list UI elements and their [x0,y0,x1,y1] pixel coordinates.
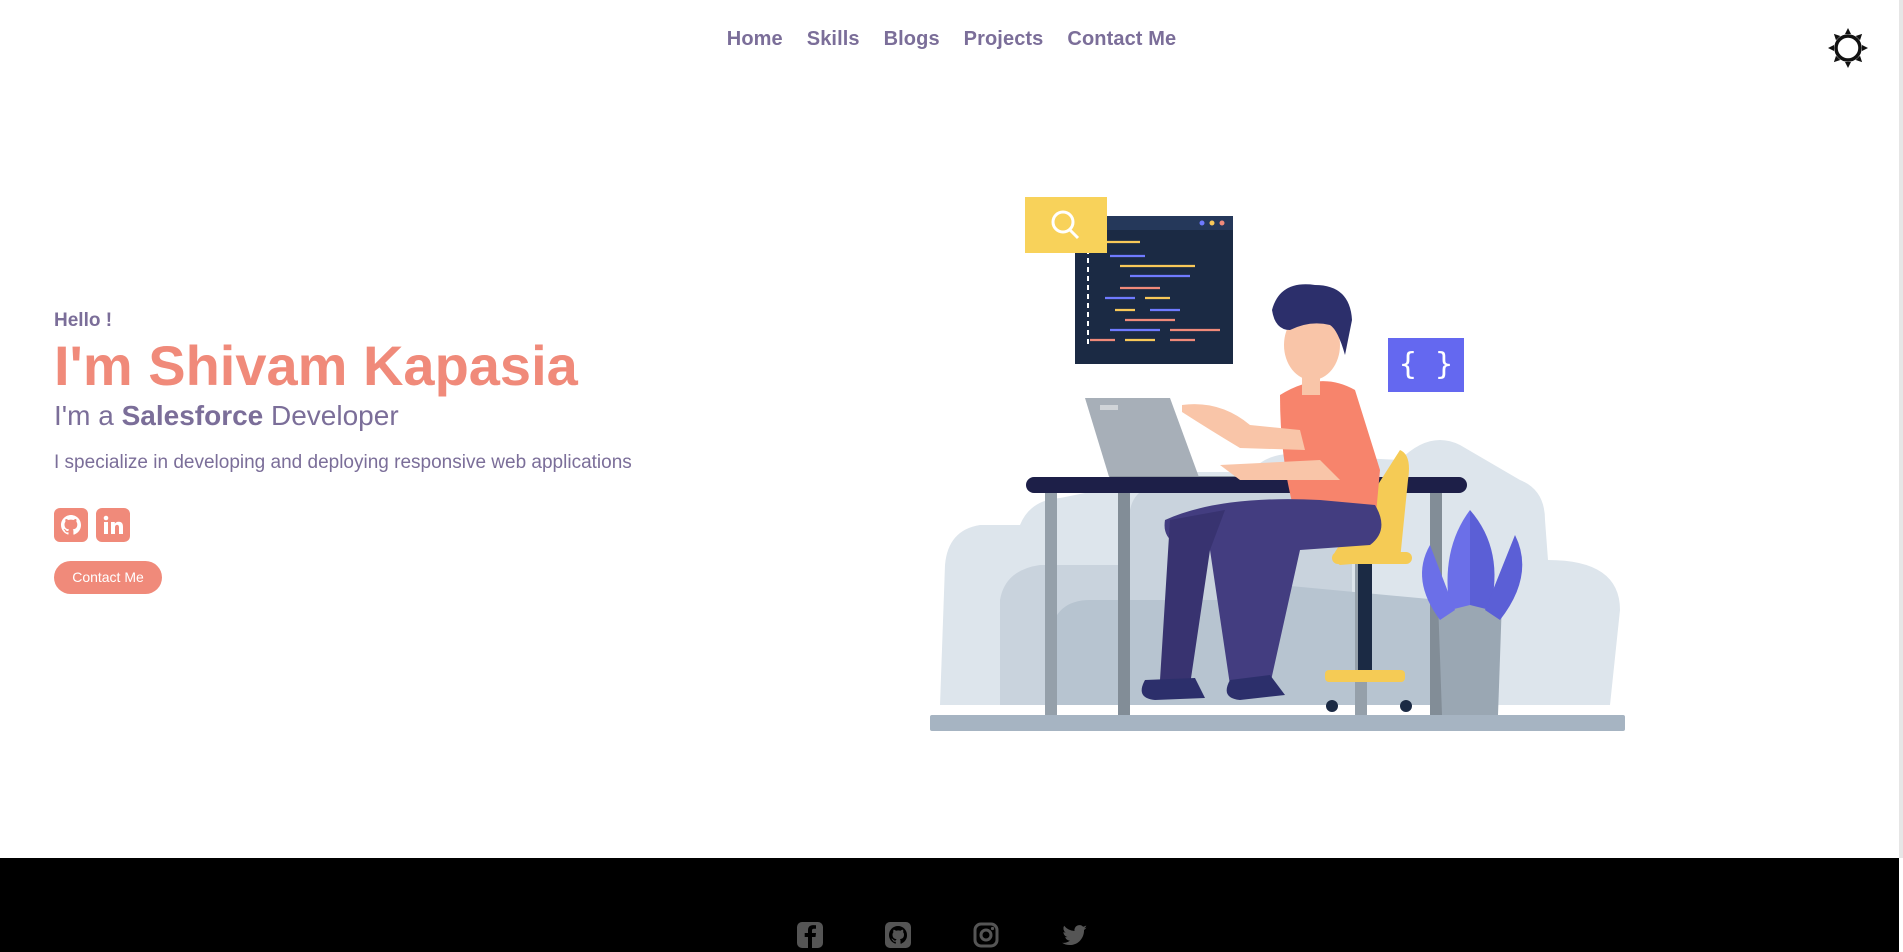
linkedin-icon [103,515,123,534]
nav-skills-link[interactable]: Skills [807,28,860,51]
nav-contact-link[interactable]: Contact Me [1067,28,1176,51]
braces-glyph: { } [1399,347,1453,382]
footer-github-link[interactable] [883,920,913,950]
nav-projects-link[interactable]: Projects [964,28,1044,51]
hero-role: I'm a Salesforce Developer [54,400,632,432]
instagram-icon [973,922,998,948]
github-icon [884,922,911,948]
role-highlight: Salesforce [121,400,264,431]
person-shoe [1141,678,1205,700]
footer-instagram-link[interactable] [971,920,1001,950]
contact-me-button[interactable]: Contact Me [54,561,162,594]
search-sticky [1025,197,1107,253]
desk-leg [1045,493,1057,715]
plant-pot [1438,600,1502,715]
footer-social-links [0,920,1903,950]
page: Home Skills Blogs Projects Contact Me He… [0,0,1903,952]
facebook-icon [796,922,823,948]
footer-twitter-link[interactable] [1059,920,1089,950]
top-nav: Home Skills Blogs Projects Contact Me [0,28,1903,51]
floor [930,715,1625,731]
hero-description: I specialize in developing and deploying… [54,452,632,473]
github-link[interactable] [54,508,88,542]
nav-blogs-link[interactable]: Blogs [884,28,940,51]
scrollbar[interactable] [1899,0,1903,858]
developer-illustration: { } [930,197,1625,731]
github-icon [61,515,82,535]
footer-facebook-link[interactable] [795,920,825,950]
role-suffix: Developer [271,400,399,431]
theme-toggle-button[interactable] [1826,26,1870,70]
role-prefix: I'm a [54,400,114,431]
twitter-icon [1061,925,1087,945]
nav-home-link[interactable]: Home [727,28,783,51]
hero-greeting: Hello ! [54,310,113,331]
hero-name: I'm Shivam Kapasia [54,334,578,397]
sun-icon [1828,28,1868,68]
linkedin-link[interactable] [96,508,130,542]
hero-section: Hello ! I'm Shivam Kapasia I'm a Salesfo… [54,310,632,594]
hero-social-links [54,508,632,542]
